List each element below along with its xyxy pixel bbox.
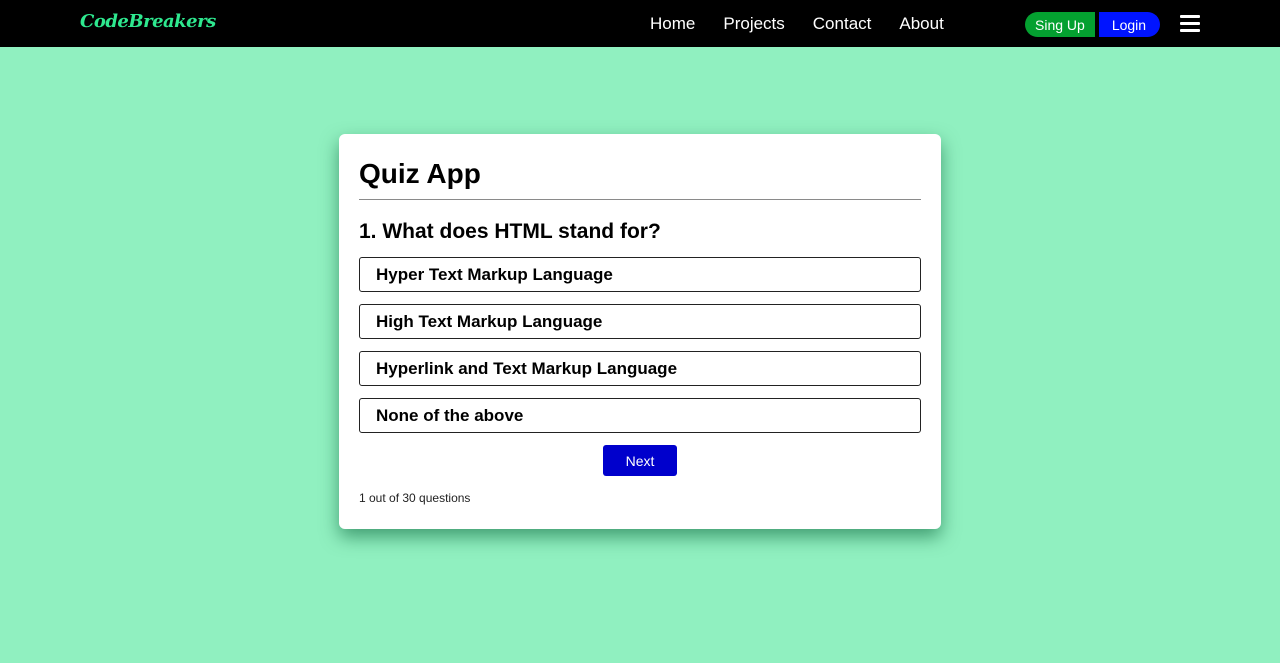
hamburger-bar (1180, 22, 1200, 25)
answer-options: Hyper Text Markup Language High Text Mar… (359, 257, 921, 433)
nav-link-contact[interactable]: Contact (813, 14, 872, 34)
nav-link-about[interactable]: About (899, 14, 943, 34)
answer-option[interactable]: Hyperlink and Text Markup Language (359, 351, 921, 386)
question-text: 1. What does HTML stand for? (359, 220, 661, 243)
quiz-card: Quiz App 1. What does HTML stand for? Hy… (339, 134, 941, 529)
answer-option[interactable]: None of the above (359, 398, 921, 433)
hamburger-bar (1180, 15, 1200, 18)
top-navbar: CodeBreakers Home Projects Contact About… (0, 0, 1280, 47)
next-button-container: Next (359, 445, 921, 476)
hamburger-bar (1180, 29, 1200, 32)
nav-link-home[interactable]: Home (650, 14, 695, 34)
brand-logo[interactable]: CodeBreakers (80, 11, 216, 32)
next-button[interactable]: Next (603, 445, 677, 476)
hamburger-menu-icon[interactable] (1180, 15, 1200, 33)
nav-links: Home Projects Contact About (650, 0, 944, 47)
login-button[interactable]: Login (1098, 12, 1161, 37)
nav-link-projects[interactable]: Projects (723, 14, 784, 34)
auth-buttons: Sing Up Login (1025, 12, 1161, 37)
question-progress: 1 out of 30 questions (359, 491, 471, 505)
answer-option[interactable]: Hyper Text Markup Language (359, 257, 921, 292)
answer-option[interactable]: High Text Markup Language (359, 304, 921, 339)
signup-button[interactable]: Sing Up (1025, 12, 1095, 37)
quiz-title: Quiz App (359, 134, 921, 200)
